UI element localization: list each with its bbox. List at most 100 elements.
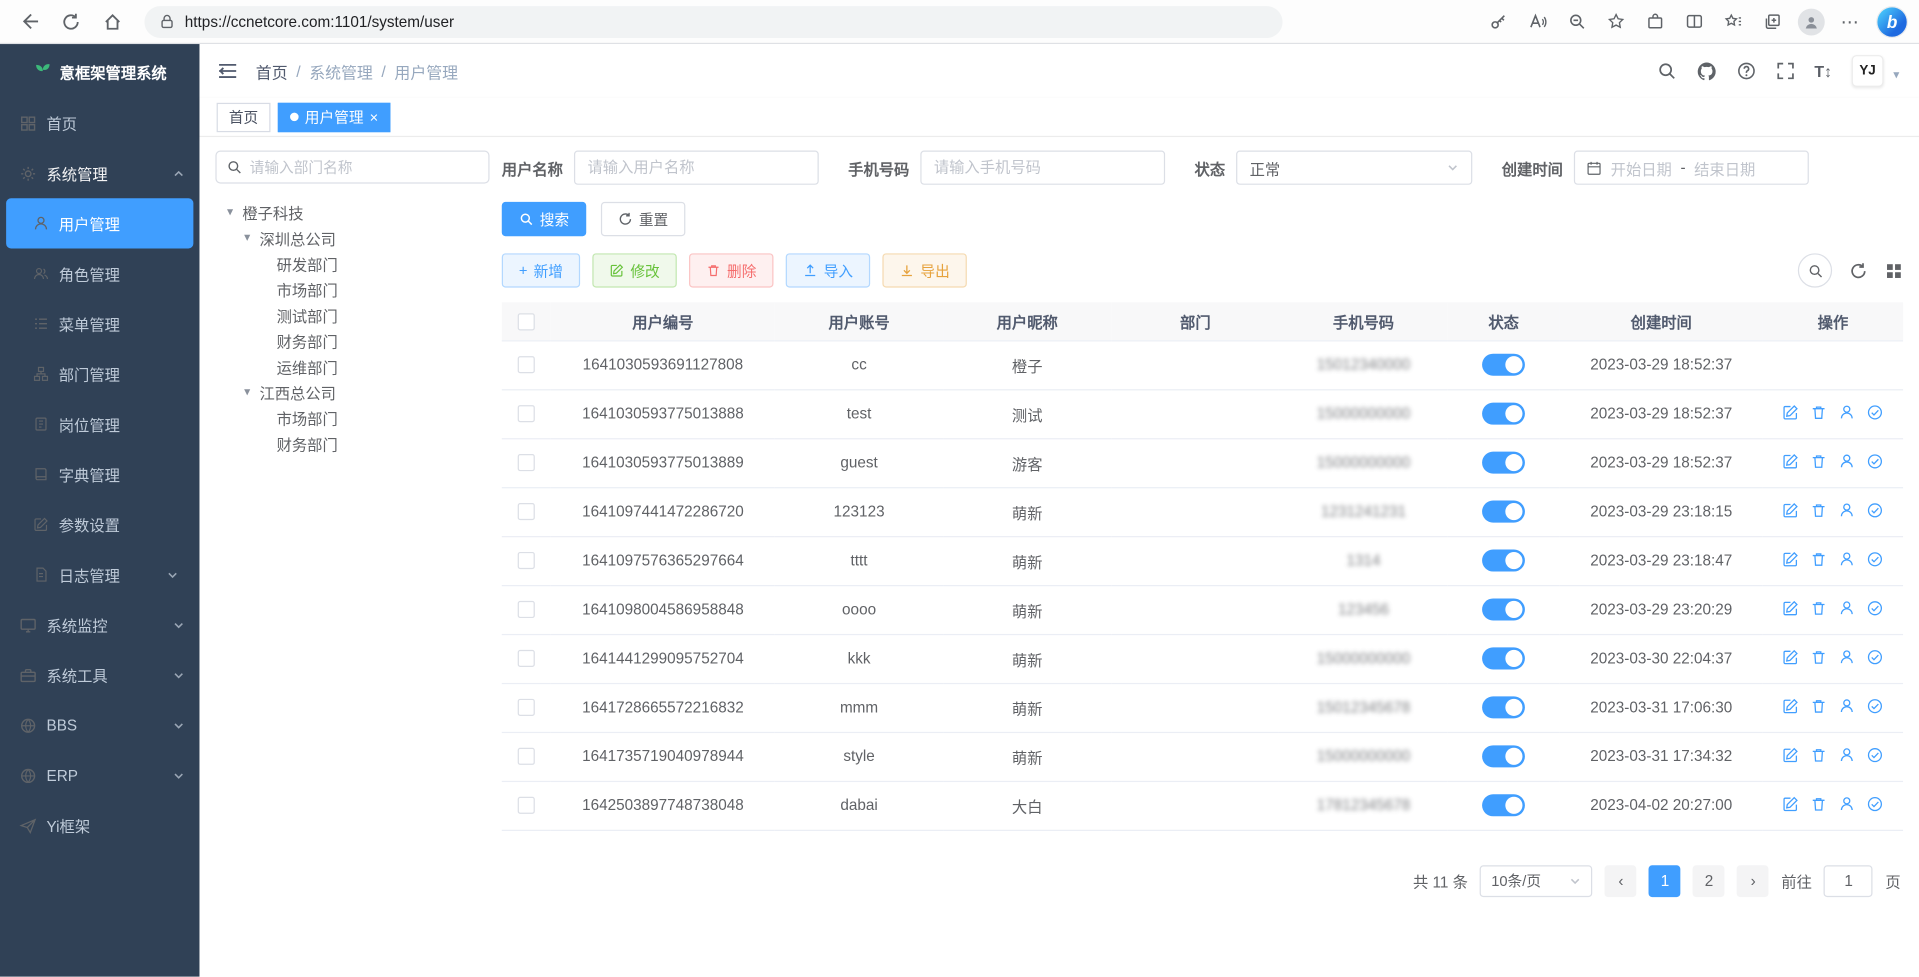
row-delete-icon[interactable] xyxy=(1810,599,1827,616)
sidebar-item-user-mgmt[interactable]: 用户管理 xyxy=(6,198,193,248)
tree-node[interactable]: 财务部门 xyxy=(215,431,489,457)
row-checkbox[interactable] xyxy=(518,406,535,423)
delete-button[interactable]: 删除 xyxy=(689,253,773,287)
row-edit-icon[interactable] xyxy=(1782,599,1799,616)
row-assign-role-icon[interactable] xyxy=(1867,746,1884,763)
row-edit-icon[interactable] xyxy=(1782,550,1799,567)
username-input[interactable] xyxy=(574,151,819,185)
sidebar-item-bbs[interactable]: BBS xyxy=(0,700,199,750)
row-checkbox[interactable] xyxy=(518,797,535,814)
row-reset-password-icon[interactable] xyxy=(1838,746,1855,763)
sidebar-item-tools[interactable]: 系统工具 xyxy=(0,650,199,700)
row-reset-password-icon[interactable] xyxy=(1838,599,1855,616)
tree-node[interactable]: 市场部门 xyxy=(215,405,489,431)
row-reset-password-icon[interactable] xyxy=(1838,452,1855,469)
more-options-icon[interactable]: ⋯ xyxy=(1833,4,1867,38)
row-delete-icon[interactable] xyxy=(1810,452,1827,469)
row-delete-icon[interactable] xyxy=(1810,403,1827,420)
row-reset-password-icon[interactable] xyxy=(1838,501,1855,518)
date-range-picker[interactable]: 开始日期 - 结束日期 xyxy=(1574,151,1809,185)
import-button[interactable]: 导入 xyxy=(786,253,870,287)
row-assign-role-icon[interactable] xyxy=(1867,599,1884,616)
tree-node[interactable]: 运维部门 xyxy=(215,354,489,380)
show-search-icon[interactable] xyxy=(1798,253,1832,287)
sidebar-item-dict-mgmt[interactable]: 字典管理 xyxy=(6,449,193,499)
row-checkbox[interactable] xyxy=(518,650,535,667)
page-button-1[interactable]: 1 xyxy=(1649,865,1681,897)
row-delete-icon[interactable] xyxy=(1810,795,1827,812)
back-icon[interactable] xyxy=(12,4,46,38)
status-toggle[interactable] xyxy=(1482,647,1525,669)
status-toggle[interactable] xyxy=(1482,598,1525,620)
row-checkbox[interactable] xyxy=(518,748,535,765)
row-edit-icon[interactable] xyxy=(1782,403,1799,420)
row-assign-role-icon[interactable] xyxy=(1867,501,1884,518)
sidebar-item-yi-framework[interactable]: Yi框架 xyxy=(0,800,199,850)
status-toggle[interactable] xyxy=(1482,501,1525,523)
zoom-icon[interactable] xyxy=(1559,4,1593,38)
column-settings-icon[interactable] xyxy=(1885,261,1903,279)
sidebar-item-menu-mgmt[interactable]: 菜单管理 xyxy=(6,299,193,349)
refresh-table-icon[interactable] xyxy=(1849,261,1867,279)
github-icon[interactable] xyxy=(1696,61,1717,82)
font-size-icon[interactable]: T↕ xyxy=(1814,62,1832,80)
tree-node[interactable]: ▾深圳总公司 xyxy=(215,225,489,251)
sidebar-item-dept-mgmt[interactable]: 部门管理 xyxy=(6,349,193,399)
row-checkbox[interactable] xyxy=(518,601,535,618)
row-reset-password-icon[interactable] xyxy=(1838,795,1855,812)
tree-node[interactable]: 财务部门 xyxy=(215,328,489,354)
row-assign-role-icon[interactable] xyxy=(1867,697,1884,714)
status-toggle[interactable] xyxy=(1482,745,1525,767)
status-toggle[interactable] xyxy=(1482,550,1525,572)
prev-page-button[interactable]: ‹ xyxy=(1605,865,1637,897)
page-button-2[interactable]: 2 xyxy=(1693,865,1725,897)
caret-down-icon[interactable]: ▾ xyxy=(223,206,238,219)
copilot-icon[interactable]: b xyxy=(1877,7,1906,36)
status-toggle[interactable] xyxy=(1482,403,1525,425)
row-reset-password-icon[interactable] xyxy=(1838,403,1855,420)
search-icon[interactable] xyxy=(1657,61,1677,81)
home-icon[interactable] xyxy=(95,4,129,38)
sidebar-item-role-mgmt[interactable]: 角色管理 xyxy=(6,248,193,298)
read-aloud-icon[interactable] xyxy=(1520,4,1554,38)
sidebar-item-home[interactable]: 首页 xyxy=(0,98,199,148)
edit-button[interactable]: 修改 xyxy=(592,253,676,287)
key-icon[interactable] xyxy=(1481,4,1515,38)
row-assign-role-icon[interactable] xyxy=(1867,648,1884,665)
row-checkbox[interactable] xyxy=(518,699,535,716)
row-checkbox[interactable] xyxy=(518,357,535,374)
row-checkbox[interactable] xyxy=(518,503,535,520)
status-toggle[interactable] xyxy=(1482,452,1525,474)
sidebar-item-system[interactable]: 系统管理 xyxy=(0,148,199,198)
row-edit-icon[interactable] xyxy=(1782,648,1799,665)
tab-user-mgmt[interactable]: 用户管理 × xyxy=(278,102,391,131)
row-reset-password-icon[interactable] xyxy=(1838,648,1855,665)
url-text[interactable]: https://ccnetcore.com:1101/system/user xyxy=(185,13,454,30)
collections-icon[interactable] xyxy=(1755,4,1789,38)
tree-node[interactable]: 研发部门 xyxy=(215,251,489,277)
status-toggle[interactable] xyxy=(1482,696,1525,718)
fullscreen-icon[interactable] xyxy=(1775,61,1795,81)
status-toggle[interactable] xyxy=(1482,354,1525,376)
row-reset-password-icon[interactable] xyxy=(1838,550,1855,567)
select-all-checkbox[interactable] xyxy=(518,313,535,330)
breadcrumb-home[interactable]: 首页 xyxy=(256,59,288,82)
caret-down-icon[interactable]: ▾ xyxy=(240,386,255,399)
tab-home[interactable]: 首页 xyxy=(217,102,271,131)
dept-search-input[interactable] xyxy=(250,158,479,175)
search-button[interactable]: 搜索 xyxy=(502,202,586,236)
sidebar-item-post-mgmt[interactable]: 岗位管理 xyxy=(6,399,193,449)
row-assign-role-icon[interactable] xyxy=(1867,550,1884,567)
next-page-button[interactable]: › xyxy=(1737,865,1769,897)
favorites-bar-icon[interactable] xyxy=(1716,4,1750,38)
add-button[interactable]: + 新增 xyxy=(502,253,580,287)
sidebar-item-erp[interactable]: ERP xyxy=(0,750,199,800)
row-checkbox[interactable] xyxy=(518,552,535,569)
row-delete-icon[interactable] xyxy=(1810,501,1827,518)
phone-input[interactable] xyxy=(920,151,1165,185)
jump-page-input[interactable] xyxy=(1824,865,1873,897)
favorites-add-icon[interactable] xyxy=(1598,4,1632,38)
tree-node[interactable]: 测试部门 xyxy=(215,302,489,328)
tree-node[interactable]: 市场部门 xyxy=(215,277,489,303)
row-assign-role-icon[interactable] xyxy=(1867,452,1884,469)
